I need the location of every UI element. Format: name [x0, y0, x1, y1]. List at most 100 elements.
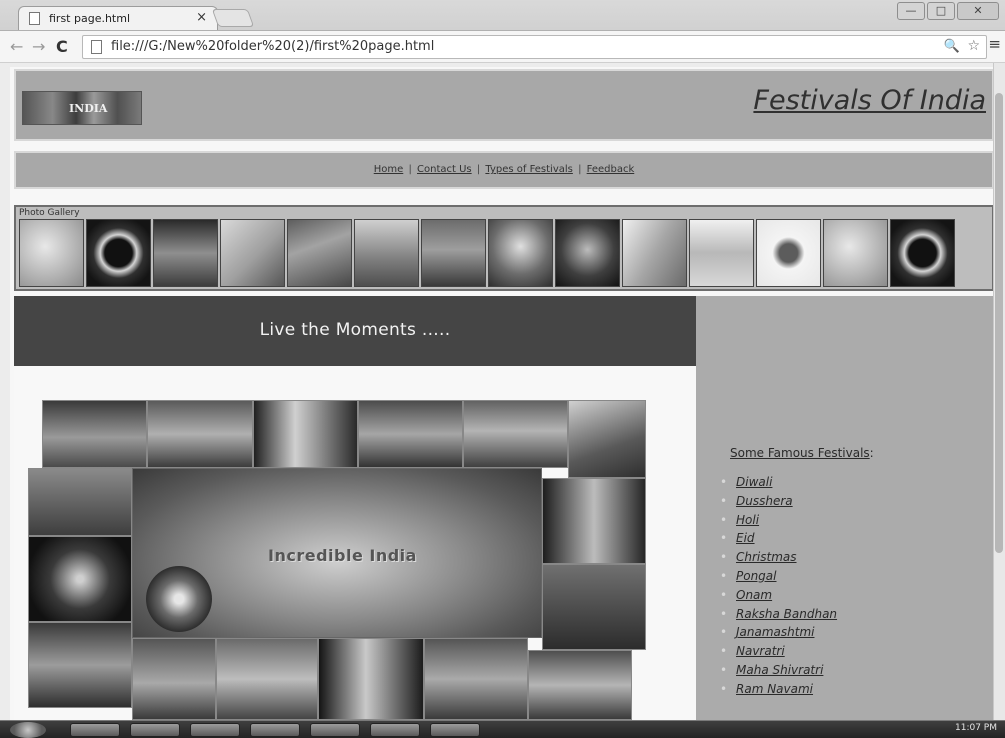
taskbar-item[interactable]: [250, 723, 300, 737]
festival-label[interactable]: Navratri: [736, 644, 785, 658]
festival-link-onam[interactable]: Onam: [720, 586, 837, 605]
collage-tile: [542, 564, 646, 650]
collage-tile: [42, 400, 147, 468]
browser-chrome: first page.html × — □ ✕ ← → C file:///G:…: [0, 0, 1005, 62]
nav-link-contact-us[interactable]: Contact Us: [417, 164, 472, 175]
festival-label[interactable]: Holi: [736, 513, 759, 527]
gallery-thumbnail[interactable]: [86, 219, 151, 287]
bookmark-star-icon[interactable]: ☆: [967, 38, 980, 54]
festival-link-raksha-bandhan[interactable]: Raksha Bandhan: [720, 605, 837, 624]
menu-icon[interactable]: ≡: [988, 35, 1001, 53]
nav-separator: |: [476, 164, 481, 175]
gallery-label: Photo Gallery: [19, 208, 80, 218]
collage-tile: [28, 468, 132, 536]
gallery-thumbnail[interactable]: [689, 219, 754, 287]
festival-link-eid[interactable]: Eid: [720, 529, 837, 548]
tab-strip: first page.html × — □ ✕: [0, 0, 1005, 30]
site-title: Festivals Of India: [753, 85, 986, 116]
gallery-thumbnail[interactable]: [153, 219, 218, 287]
taskbar-item[interactable]: [430, 723, 480, 737]
tab-title: first page.html: [49, 12, 131, 25]
address-bar[interactable]: file:///G:/New%20folder%20(2)/first%20pa…: [82, 35, 987, 59]
gallery-thumbnail[interactable]: [19, 219, 84, 287]
festivals-sidebar: Some Famous Festivals: Diwali Dusshera H…: [696, 296, 994, 720]
festival-link-pongal[interactable]: Pongal: [720, 567, 837, 586]
festival-list: Diwali Dusshera Holi Eid Christmas Ponga…: [720, 473, 837, 699]
zoom-icon[interactable]: 🔍: [944, 39, 960, 54]
gallery-thumbnail[interactable]: [488, 219, 553, 287]
page-icon: [29, 12, 40, 25]
collage-tile: [253, 400, 358, 468]
taskbar-item[interactable]: [190, 723, 240, 737]
browser-tab[interactable]: first page.html ×: [18, 6, 218, 30]
banner-text: Live the Moments .....: [259, 320, 451, 340]
gallery-thumbnail[interactable]: [555, 219, 620, 287]
moments-banner: Live the Moments .....: [14, 296, 696, 366]
festival-label[interactable]: Raksha Bandhan: [736, 607, 837, 621]
festival-link-janamashtmi[interactable]: Janamashtmi: [720, 623, 837, 642]
collage-tile: [568, 400, 646, 478]
gallery-thumbnail[interactable]: [890, 219, 955, 287]
gallery-thumbnail[interactable]: [823, 219, 888, 287]
back-arrow-icon[interactable]: ←: [10, 37, 23, 56]
nav-link-types-of-festivals[interactable]: Types of Festivals: [485, 164, 572, 175]
new-tab-button[interactable]: [211, 9, 255, 27]
nav-bar: Home | Contact Us | Types of Festivals |…: [14, 151, 994, 189]
festival-label[interactable]: Christmas: [736, 550, 797, 564]
collage-caption: Incredible India: [268, 546, 417, 565]
main-content: Incredible India: [14, 366, 696, 720]
festival-label[interactable]: Janamashtmi: [736, 625, 814, 639]
minimize-button[interactable]: —: [897, 2, 925, 20]
festival-label[interactable]: Ram Navami: [736, 682, 813, 696]
collage-tile: [542, 478, 646, 564]
close-window-button[interactable]: ✕: [957, 2, 999, 20]
festival-link-maha-shivratri[interactable]: Maha Shivratri: [720, 661, 837, 680]
gallery-thumbnail[interactable]: [287, 219, 352, 287]
taskbar-item[interactable]: [70, 723, 120, 737]
festival-label[interactable]: Eid: [736, 531, 755, 545]
web-page: INDIA Festivals Of India Home | Contact …: [10, 67, 996, 720]
gallery-thumbnail[interactable]: [220, 219, 285, 287]
url-text[interactable]: file:///G:/New%20folder%20(2)/first%20pa…: [111, 39, 434, 54]
festival-link-navratri[interactable]: Navratri: [720, 642, 837, 661]
gallery-thumbnail[interactable]: [622, 219, 687, 287]
festival-label[interactable]: Maha Shivratri: [736, 663, 823, 677]
festival-link-christmas[interactable]: Christmas: [720, 548, 837, 567]
collage-tile: [216, 638, 318, 720]
festival-link-holi[interactable]: Holi: [720, 511, 837, 530]
collage-tile: [358, 400, 463, 468]
reload-icon[interactable]: C: [56, 37, 68, 56]
taskbar-item[interactable]: [370, 723, 420, 737]
close-tab-icon[interactable]: ×: [196, 10, 207, 25]
festival-link-diwali[interactable]: Diwali: [720, 473, 837, 492]
start-button[interactable]: [10, 722, 46, 738]
photo-gallery: Photo Gallery: [14, 205, 994, 291]
festival-link-ram-navami[interactable]: Ram Navami: [720, 680, 837, 699]
vertical-scrollbar[interactable]: [993, 63, 1005, 720]
gallery-thumbnails: [19, 219, 955, 287]
forward-arrow-icon[interactable]: →: [32, 37, 45, 56]
gallery-thumbnail[interactable]: [421, 219, 486, 287]
nav-separator: |: [408, 164, 412, 175]
festival-label[interactable]: Diwali: [736, 475, 772, 489]
india-logo: INDIA: [22, 91, 142, 125]
taskbar-item[interactable]: [310, 723, 360, 737]
festival-link-dusshera[interactable]: Dusshera: [720, 492, 837, 511]
logo-text: INDIA: [69, 102, 108, 115]
browser-toolbar: ← → C file:///G:/New%20folder%20(2)/firs…: [0, 30, 1005, 62]
collage-tile: [528, 650, 632, 720]
tiger-icon: [146, 566, 212, 632]
festival-label[interactable]: Pongal: [736, 569, 777, 583]
collage-tile: [28, 536, 132, 622]
scrollbar-thumb[interactable]: [995, 93, 1003, 553]
gallery-thumbnail[interactable]: [756, 219, 821, 287]
nav-link-home[interactable]: Home: [374, 164, 404, 175]
nav-link-feedback[interactable]: Feedback: [587, 164, 635, 175]
festival-label[interactable]: Dusshera: [736, 494, 793, 508]
windows-taskbar: 11:07 PM: [0, 720, 1005, 738]
maximize-button[interactable]: □: [927, 2, 955, 20]
collage-tile: [28, 622, 132, 708]
taskbar-item[interactable]: [130, 723, 180, 737]
festival-label[interactable]: Onam: [736, 588, 772, 602]
gallery-thumbnail[interactable]: [354, 219, 419, 287]
